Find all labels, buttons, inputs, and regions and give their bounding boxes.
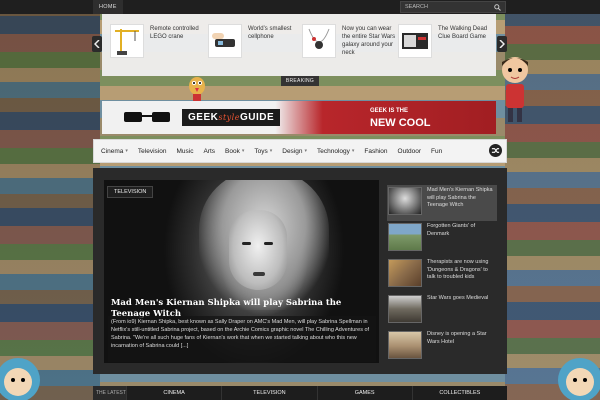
tab-games[interactable]: GAMES [316, 386, 412, 400]
nav-item-arts[interactable]: Arts [203, 148, 215, 155]
slider-thumb-image [388, 187, 422, 215]
breaking-next-button[interactable] [497, 36, 507, 52]
banner-logo-part: GEEK [188, 112, 219, 123]
nav-item-design[interactable]: Design ▾ [282, 148, 307, 155]
nav-item-label: Cinema [101, 147, 124, 155]
geek-style-guide-banner[interactable]: GEEKstyleGUIDE GEEK IS THE NEW COOL [102, 101, 496, 134]
banner-slogan-line2: NEW COOL [370, 117, 431, 129]
nav-item-music[interactable]: Music [176, 148, 193, 155]
tab-cinema[interactable]: CINEMA [126, 386, 221, 400]
breaking-thumb [398, 24, 432, 58]
nav-item-label: Book [225, 147, 240, 155]
slider-thumb-image [388, 331, 422, 359]
nav-item-book[interactable]: Book ▾ [225, 148, 244, 155]
featured-image-lips [253, 272, 265, 276]
featured-post[interactable]: TELEVISION Mad Men's Kiernan Shipka will… [104, 180, 379, 363]
shuffle-icon [491, 148, 500, 153]
chevron-left-icon [94, 40, 100, 48]
breaking-thumb [110, 24, 144, 58]
breaking-thumb [302, 24, 336, 58]
banner-logo: GEEKstyleGUIDE [182, 109, 281, 126]
slider-thumb-item[interactable]: Therapists are now using 'Dungeons & Dra… [387, 257, 497, 293]
featured-slider: TELEVISION Mad Men's Kiernan Shipka will… [93, 168, 507, 374]
nav-item-label: Music [176, 147, 194, 155]
slider-thumb-title: Disney is opening a Star Wars Hotel [427, 331, 487, 345]
breaking-label: BREAKING [281, 76, 319, 86]
nav-item-label: Fashion [364, 147, 388, 155]
nav-item-label: Toys [254, 147, 268, 155]
slider-thumb-title: Star Wars goes Medieval [427, 295, 489, 301]
nav-item-television[interactable]: Television [138, 148, 167, 155]
nav-item-label: Fun [431, 147, 443, 155]
board-game-icon [402, 33, 428, 49]
breaking-text: The Walking Dead Clue Board Game [438, 26, 488, 40]
chevron-down-icon: ▾ [304, 148, 307, 154]
slider-thumb-image [388, 259, 422, 287]
search-icon[interactable] [494, 4, 501, 11]
nav-item-label: Design [282, 147, 303, 155]
featured-excerpt: (From io9) Kiernan Shipka, best known as… [108, 316, 376, 362]
nav-item-label: Technology [317, 147, 350, 155]
search-box [400, 1, 506, 13]
slider-thumb-image [388, 295, 422, 323]
tab-television[interactable]: TELEVISION [221, 386, 316, 400]
nav-item-technology[interactable]: Technology ▾ [317, 148, 354, 155]
mascot-face-left-icon [0, 358, 40, 400]
chevron-down-icon: ▾ [269, 148, 273, 154]
crane-icon [115, 29, 139, 55]
featured-image-eye [242, 242, 251, 245]
mascot-bird-icon [189, 77, 205, 103]
slider-thumb-item[interactable]: Star Wars goes Medieval [387, 293, 497, 329]
breaking-prev-button[interactable] [92, 36, 102, 52]
mascot-boy-icon [502, 57, 528, 122]
slider-thumbnail-list: Mad Men's Kiernan Shipka will play Sabri… [387, 185, 497, 365]
nav-item-cinema[interactable]: Cinema ▾ [101, 148, 128, 155]
slider-thumb-title: Forgotten Giants' of Denmark [427, 223, 476, 237]
nav-item-outdoor[interactable]: Outdoor [398, 148, 422, 155]
top-bar: HOME [0, 0, 600, 14]
chevron-down-icon: ▾ [125, 148, 128, 154]
featured-image-eye [264, 242, 273, 245]
main-nav: Cinema ▾ Television Music Arts Book ▾ Toys… [93, 139, 507, 163]
banner-slogan: GEEK IS THE NEW COOL [370, 105, 431, 129]
search-input[interactable] [401, 2, 491, 12]
banner-logo-part: style [218, 113, 240, 122]
nav-item-fun[interactable]: Fun [431, 148, 442, 155]
slider-thumb-item[interactable]: Disney is opening a Star Wars Hotel [387, 329, 497, 365]
chevron-down-icon: ▾ [351, 148, 355, 154]
random-post-button[interactable] [489, 144, 502, 157]
cellphone-icon [212, 33, 235, 47]
home-link[interactable]: HOME [93, 0, 123, 14]
slider-thumb-item[interactable]: Forgotten Giants' of Denmark [387, 221, 497, 257]
breaking-text: World’s smallest cellphone [248, 26, 292, 40]
nav-item-label: Outdoor [397, 147, 422, 155]
slider-thumb-item[interactable]: Mad Men's Kiernan Shipka will play Sabri… [387, 185, 497, 221]
chevron-right-icon [499, 40, 505, 48]
slider-thumb-title: Mad Men's Kiernan Shipka will play Sabri… [427, 187, 493, 208]
latest-label: THE LATEST [93, 386, 126, 400]
slider-thumb-image [388, 223, 422, 251]
breaking-text: Remote controlled LEGO crane [150, 26, 199, 40]
breaking-thumb [208, 24, 242, 58]
slider-thumb-title: Therapists are now using 'Dungeons & Dra… [427, 259, 489, 280]
banner-logo-part: GUIDE [239, 112, 275, 123]
breaking-news-strip: Remote controlled LEGO crane World’s sma… [102, 14, 496, 76]
breaking-text: Now you can wear the entire Star Wars ga… [342, 26, 396, 56]
necklace-icon [308, 28, 330, 49]
nav-item-label: Television [137, 147, 167, 155]
nav-item-toys[interactable]: Toys ▾ [254, 148, 272, 155]
nav-item-fashion[interactable]: Fashion [364, 148, 387, 155]
background-collage-left [0, 0, 100, 400]
chevron-down-icon: ▾ [241, 148, 245, 154]
tab-collectibles[interactable]: COLLECTIBLES [411, 386, 507, 400]
nav-item-label: Arts [203, 147, 216, 155]
mascot-face-right-icon [558, 358, 600, 400]
glasses-icon [124, 112, 170, 122]
category-badge[interactable]: TELEVISION [107, 186, 154, 198]
banner-slogan-line1: GEEK IS THE [370, 108, 409, 114]
featured-image-face [229, 210, 287, 290]
latest-tabs: THE LATEST CINEMA TELEVISION GAMES COLLE… [93, 386, 507, 400]
